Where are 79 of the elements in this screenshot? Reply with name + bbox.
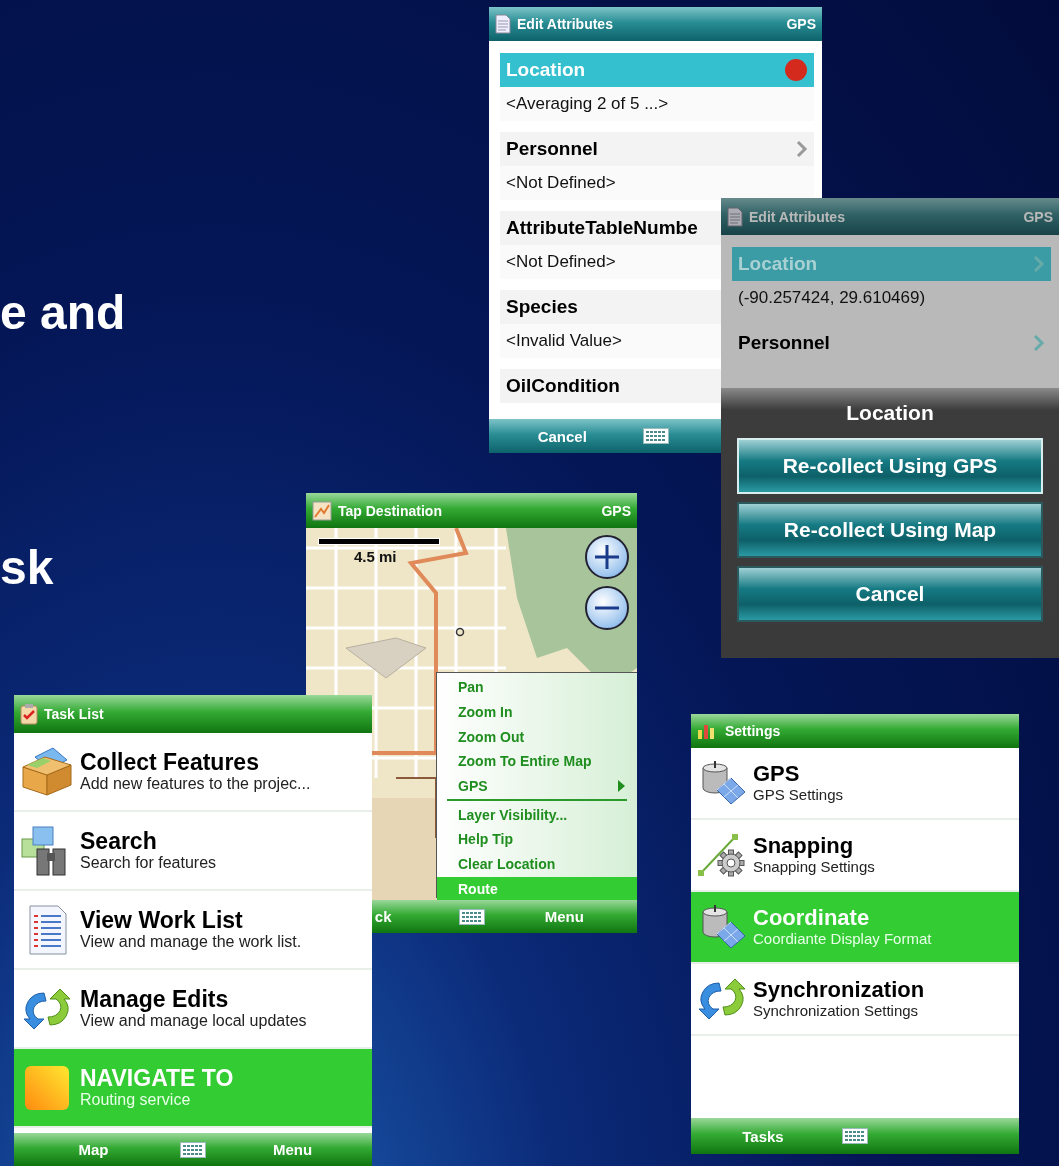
setting-description: Coordiante Display Format	[753, 930, 932, 948]
setting-title: Coordinate	[753, 906, 871, 931]
setting-description: Synchronization Settings	[753, 1002, 920, 1020]
rounded-square-icon	[24, 1064, 70, 1111]
keyboard-icon[interactable]	[180, 1141, 206, 1158]
settings-item[interactable]: Coordinate Coordiante Display Format	[691, 892, 1019, 964]
task-title: Manage Edits	[80, 986, 230, 1012]
menu-item[interactable]: Zoom To Entire Map	[437, 749, 637, 774]
field-value: <Not Defined>	[500, 166, 814, 200]
keyboard-icon[interactable]	[842, 1128, 868, 1144]
setting-description: GPS Settings	[753, 786, 844, 804]
task-description: Search for features	[80, 853, 217, 873]
keyboard-icon[interactable]	[642, 428, 669, 444]
document-icon	[495, 14, 511, 34]
screen-title: Edit Attributes	[517, 16, 614, 32]
menu-item[interactable]: Clear Location	[437, 851, 637, 877]
task-title: Collect Features	[80, 749, 260, 775]
screen-title: Edit Attributes	[749, 208, 846, 225]
slide-heading-text: sk	[0, 540, 54, 595]
task-description: View and manage local updates	[80, 1011, 307, 1031]
slide-heading-text: e and	[0, 285, 126, 340]
menu-item[interactable]: Zoom Out	[437, 724, 637, 750]
plus-icon	[594, 544, 620, 570]
sync-arrows-icon	[697, 977, 747, 1021]
gps-label: GPS	[786, 16, 816, 32]
minus-icon	[594, 605, 620, 611]
field-label[interactable]: AttributeTableNumbe	[500, 211, 721, 245]
keyboard-icon[interactable]	[458, 908, 485, 925]
setting-title: GPS	[753, 762, 801, 787]
dialog-title: Location	[845, 400, 935, 426]
setting-description: Snapping Settings	[753, 858, 875, 876]
task-title: View Work List	[80, 907, 244, 933]
snapping-gear-icon	[697, 831, 747, 879]
field-label[interactable]: Species	[500, 290, 721, 324]
field-label[interactable]: Personnel	[500, 132, 814, 166]
sync-arrows-icon	[22, 986, 72, 1031]
task-item[interactable]: NAVIGATE TO Routing service	[14, 1049, 372, 1128]
field-label[interactable]: OilCondition	[500, 369, 721, 403]
menu-item[interactable]: Route	[437, 876, 637, 900]
gps-label: GPS	[1023, 208, 1053, 225]
chevron-icon	[1033, 334, 1045, 352]
setting-title: Synchronization	[753, 978, 925, 1003]
gps-label: GPS	[601, 502, 631, 519]
screen-title: Settings	[725, 723, 782, 739]
document-icon	[727, 206, 743, 227]
cancel-softkey[interactable]: Cancel	[537, 427, 587, 445]
clipboard-icon	[20, 703, 38, 725]
menu-item[interactable]: GPS	[437, 773, 637, 799]
menu-item[interactable]: Zoom In	[437, 699, 637, 725]
field-value: <Not Defined>	[500, 245, 721, 279]
screen-title: Tap Destination	[338, 502, 443, 519]
screen-title: Task List	[44, 706, 105, 722]
task-description: Add new features to the projec...	[80, 774, 311, 794]
chevron-icon	[1033, 255, 1045, 273]
dialog-button[interactable]: Re-collect Using Map	[737, 502, 1043, 558]
map-softkey[interactable]: Map	[78, 1141, 109, 1158]
menu-softkey[interactable]: Menu	[544, 908, 584, 925]
menu-item[interactable]: Layer Visibility...	[437, 802, 637, 828]
field-value: <Invalid Value>	[500, 324, 721, 358]
menu-item[interactable]: Help Tip	[437, 827, 637, 852]
box-icon	[21, 746, 73, 797]
field-label[interactable]: Location	[500, 53, 814, 87]
menu-item[interactable]: Pan	[437, 675, 637, 700]
dialog-button[interactable]: Re-collect Using GPS	[737, 438, 1043, 494]
task-description: Routing service	[80, 1090, 192, 1110]
task-title: NAVIGATE TO	[80, 1065, 234, 1091]
chevron-icon	[796, 140, 808, 158]
dialog-button[interactable]: Cancel	[737, 566, 1043, 622]
menu-softkey[interactable]: Menu	[272, 1141, 313, 1158]
task-title: Search	[80, 828, 158, 854]
back-softkey[interactable]: ck	[374, 908, 452, 925]
setting-title: Snapping	[753, 834, 855, 859]
map-icon	[312, 500, 332, 521]
task-description: View and manage the work list.	[80, 932, 302, 952]
tasks-softkey[interactable]: Tasks	[742, 1127, 784, 1145]
scale-label: 4.5 mi	[354, 548, 397, 565]
recording-dot-icon	[784, 58, 808, 82]
submenu-arrow-icon	[618, 780, 625, 793]
field-value: <Averaging 2 of 5 ...>	[500, 87, 814, 121]
